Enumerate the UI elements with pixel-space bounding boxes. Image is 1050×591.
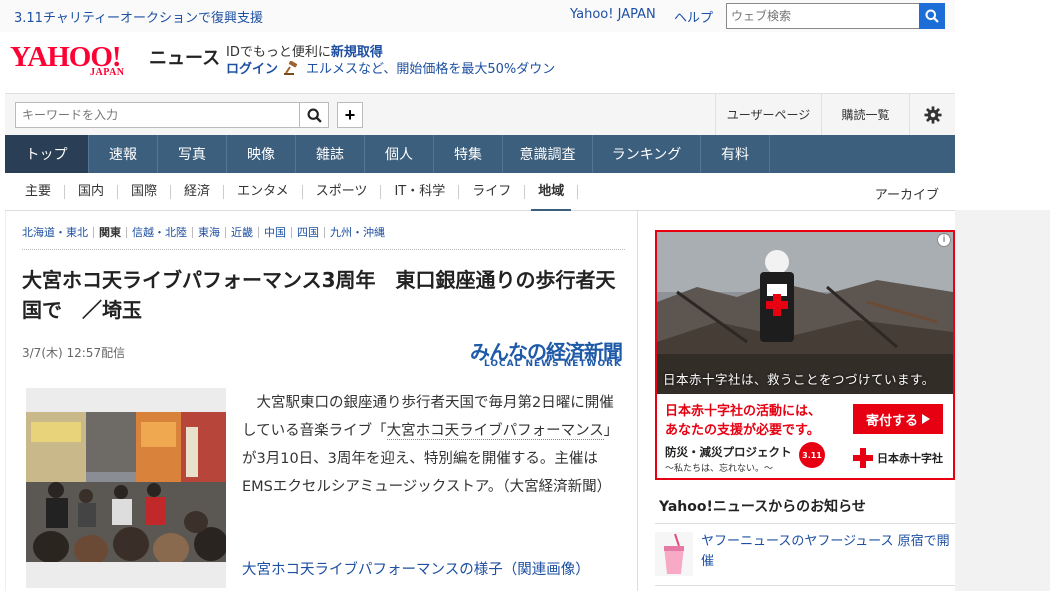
main-nav: トップ 速報 写真 映像 雑誌 個人 特集 意識調査 ランキング 有料 bbox=[5, 135, 955, 173]
archive-link[interactable]: アーカイブ bbox=[875, 184, 939, 203]
ad-caption: 日本赤十字社は、救うことをつづけています。 bbox=[663, 372, 935, 387]
source-tagline: LOCAL NEWS NETWORK bbox=[483, 359, 622, 369]
street-performance-image bbox=[26, 412, 226, 562]
juice-cup-icon bbox=[655, 532, 693, 576]
login-row: ログイン エルメスなど、開始価格を最大50%ダウン bbox=[226, 58, 555, 77]
yahoo-japan-logo[interactable]: YAHOO! JAPAN bbox=[10, 42, 150, 80]
region-chugoku[interactable]: 中国 bbox=[259, 227, 292, 238]
yahoo-japan-link[interactable]: Yahoo! JAPAN bbox=[570, 7, 656, 22]
divider bbox=[22, 249, 625, 250]
region-hokkaido-tohoku[interactable]: 北海道・東北 bbox=[22, 227, 94, 238]
badge-311: 3.11 bbox=[799, 442, 825, 468]
main-nav-top[interactable]: トップ bbox=[5, 135, 89, 173]
article-panel: 北海道・東北 関東 信越・北陸 東海 近畿 中国 四国 九州・沖縄 大宮ホコ天ラ… bbox=[5, 211, 638, 591]
settings-button[interactable] bbox=[909, 94, 955, 135]
search-icon bbox=[307, 108, 322, 123]
ad-project-tagline: ～私たちは、忘れない。～ bbox=[665, 464, 774, 474]
region-links: 北海道・東北 関東 信越・北陸 東海 近畿 中国 四国 九州・沖縄 bbox=[22, 227, 390, 238]
category-it-science[interactable]: IT・科学 bbox=[381, 184, 460, 199]
login-link[interactable]: ログイン bbox=[226, 58, 278, 77]
source-logo[interactable]: みんなの経済新聞 LOCAL NEWS NETWORK bbox=[454, 338, 623, 372]
subscriptions-link[interactable]: 購読一覧 bbox=[821, 94, 909, 135]
logo-subtext: JAPAN bbox=[90, 67, 125, 78]
main-nav-video[interactable]: 映像 bbox=[227, 135, 296, 173]
publish-date: 3/7(木) 12:57配信 bbox=[22, 346, 126, 360]
ad-project-name: 防災・減災プロジェクト bbox=[665, 445, 792, 459]
news-service-name[interactable]: ニュース bbox=[149, 44, 220, 70]
arrow-right-icon bbox=[922, 414, 930, 424]
main-nav-ranking[interactable]: ランキング bbox=[593, 135, 701, 173]
region-kinki[interactable]: 近畿 bbox=[226, 227, 259, 238]
article-headline: 大宮ホコ天ライブパフォーマンス3周年 東口銀座通りの歩行者天国で ／埼玉 bbox=[22, 268, 616, 322]
main-nav-magazine[interactable]: 雑誌 bbox=[296, 135, 365, 173]
category-international[interactable]: 国際 bbox=[118, 184, 172, 199]
category-sports[interactable]: スポーツ bbox=[303, 184, 382, 199]
search-toolbar: + ユーザーページ 購読一覧 bbox=[5, 93, 955, 135]
charity-auction-link[interactable]: 3.11チャリティーオークションで復興支援 bbox=[14, 7, 263, 26]
region-kanto[interactable]: 関東 bbox=[94, 227, 127, 238]
auction-gavel-icon bbox=[284, 60, 298, 75]
right-gutter bbox=[955, 210, 1050, 591]
notice-link[interactable]: ヤフーニュースのヤフージュース 原宿で開催 bbox=[701, 532, 951, 572]
ad-message-line2: あなたの支援が必要です。 bbox=[665, 423, 820, 438]
article-photo[interactable] bbox=[26, 388, 226, 588]
user-page-link[interactable]: ユーザーページ bbox=[715, 94, 821, 135]
web-search-button[interactable] bbox=[919, 3, 945, 29]
donate-label: 寄付する bbox=[865, 413, 918, 429]
region-shinetsu-hokuriku[interactable]: 信越・北陸 bbox=[127, 227, 193, 238]
notices-heading: Yahoo!ニュースからのお知らせ bbox=[655, 496, 955, 524]
category-domestic[interactable]: 国内 bbox=[65, 184, 119, 199]
add-button[interactable]: + bbox=[337, 102, 363, 128]
main-nav-paid[interactable]: 有料 bbox=[701, 135, 770, 173]
plus-icon: + bbox=[344, 105, 356, 125]
category-economy[interactable]: 経済 bbox=[171, 184, 225, 199]
main-nav-individual[interactable]: 個人 bbox=[365, 135, 434, 173]
donate-button[interactable]: 寄付する bbox=[853, 404, 943, 434]
category-life[interactable]: ライフ bbox=[459, 184, 526, 199]
event-link[interactable]: 大宮ホコ天ライブパフォーマンス bbox=[386, 423, 604, 440]
category-nav: 主要 国内 国際 経済 エンタメ スポーツ IT・科学 ライフ 地域 アーカイブ bbox=[5, 173, 955, 212]
red-cross-ad[interactable]: 日本赤十字社は、救うことをつづけています。 i 日本赤十字社の活動には、 あなた… bbox=[655, 230, 955, 480]
region-shikoku[interactable]: 四国 bbox=[292, 227, 325, 238]
category-local[interactable]: 地域 bbox=[525, 184, 579, 212]
help-link[interactable]: ヘルプ bbox=[674, 7, 713, 26]
auction-promo-link[interactable]: エルメスなど、開始価格を最大50%ダウン bbox=[306, 58, 555, 77]
main-nav-photos[interactable]: 写真 bbox=[158, 135, 227, 173]
main-nav-breaking[interactable]: 速報 bbox=[89, 135, 158, 173]
region-kyushu-okinawa[interactable]: 九州・沖縄 bbox=[325, 227, 390, 238]
main-nav-features[interactable]: 特集 bbox=[434, 135, 503, 173]
notice-item[interactable]: ヤフーニュースのヤフージュース 原宿で開催 bbox=[655, 530, 955, 586]
search-icon bbox=[925, 9, 939, 23]
ad-message-line1: 日本赤十字社の活動には、 bbox=[665, 404, 822, 419]
related-images-link[interactable]: 大宮ホコ天ライブパフォーマンスの様子（関連画像） bbox=[242, 557, 624, 583]
region-tokai[interactable]: 東海 bbox=[193, 227, 226, 238]
page: 3.11チャリティーオークションで復興支援 Yahoo! JAPAN ヘルプ Y… bbox=[0, 0, 1050, 591]
category-entertainment[interactable]: エンタメ bbox=[224, 184, 303, 199]
ad-message: 日本赤十字社の活動には、 あなたの支援が必要です。 bbox=[665, 402, 821, 440]
category-main[interactable]: 主要 bbox=[5, 184, 66, 199]
gear-icon bbox=[923, 105, 942, 124]
red-cross-icon bbox=[853, 448, 873, 468]
keyword-search-button[interactable] bbox=[299, 102, 329, 128]
web-search-input[interactable] bbox=[726, 3, 920, 29]
keyword-search-input[interactable] bbox=[15, 102, 300, 128]
ad-org-name: 日本赤十字社 bbox=[877, 452, 943, 465]
ad-info-icon[interactable]: i bbox=[937, 233, 951, 247]
main-nav-survey[interactable]: 意識調査 bbox=[503, 135, 593, 173]
article-lead: 大宮駅東口の銀座通り歩行者天国で毎月第2日曜に開催している音楽ライブ「大宮ホコ天… bbox=[242, 389, 624, 501]
utility-bar: 3.11チャリティーオークションで復興支援 Yahoo! JAPAN ヘルプ bbox=[0, 0, 955, 32]
